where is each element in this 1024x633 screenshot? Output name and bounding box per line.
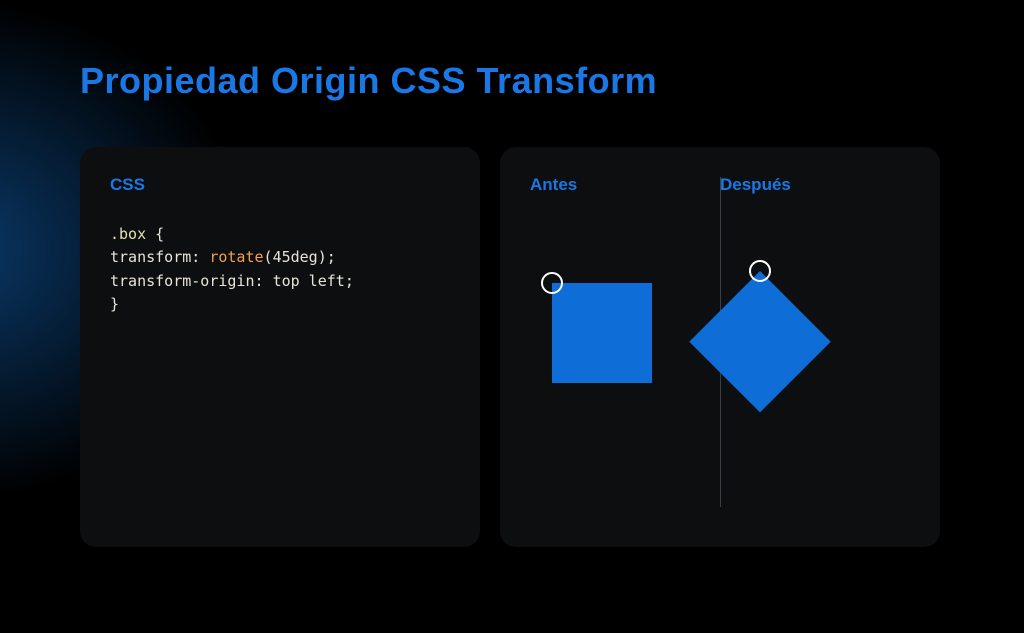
after-label: Después	[720, 175, 910, 195]
code-colon-2: :	[255, 272, 264, 290]
before-stage	[530, 223, 720, 519]
code-colon-1: :	[191, 248, 200, 266]
visual-panel: Antes Después	[500, 147, 940, 547]
before-label: Antes	[530, 175, 720, 195]
code-space-1	[200, 248, 209, 266]
code-space	[146, 225, 155, 243]
origin-marker-icon	[541, 272, 563, 294]
code-arg-45deg: 45deg	[273, 248, 318, 266]
code-val-topleft: top left	[273, 272, 345, 290]
origin-marker-icon	[749, 260, 771, 282]
after-stage	[720, 223, 910, 519]
before-half: Antes	[530, 175, 720, 519]
code-semi-1: ;	[327, 248, 336, 266]
page-title: Propiedad Origin CSS Transform	[80, 60, 944, 102]
code-panel: CSS .box { transform: rotate(45deg); tra…	[80, 147, 480, 547]
panels-row: CSS .box { transform: rotate(45deg); tra…	[80, 147, 944, 547]
code-close-brace: }	[110, 295, 119, 313]
code-space-2	[264, 272, 273, 290]
after-half: Después	[720, 175, 910, 519]
code-close-paren: )	[318, 248, 327, 266]
code-block: .box { transform: rotate(45deg); transfo…	[110, 223, 450, 316]
code-prop-origin: transform-origin	[110, 272, 255, 290]
code-open-brace: {	[155, 225, 164, 243]
code-panel-label: CSS	[110, 175, 450, 195]
code-func-rotate: rotate	[209, 248, 263, 266]
code-selector: .box	[110, 225, 146, 243]
square-before	[552, 283, 652, 383]
code-prop-transform: transform	[110, 248, 191, 266]
code-semi-2: ;	[345, 272, 354, 290]
code-open-paren: (	[264, 248, 273, 266]
